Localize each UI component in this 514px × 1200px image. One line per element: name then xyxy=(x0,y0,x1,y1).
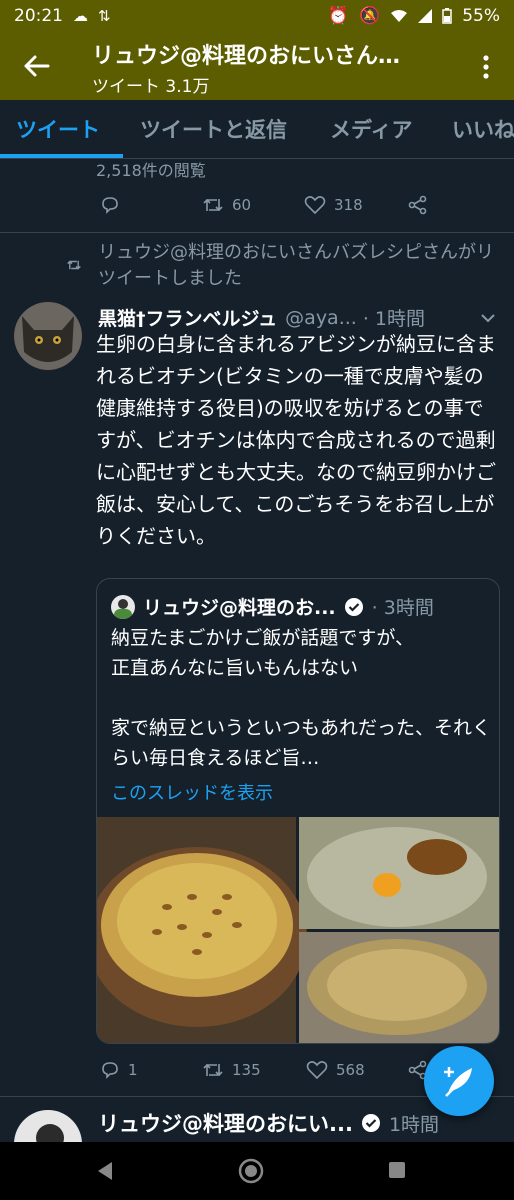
tweet-author-row: 黒猫†フランベルジュ @aya... · 1時間 xyxy=(98,304,498,331)
system-nav-bar xyxy=(0,1142,514,1200)
like-count: 318 xyxy=(334,196,363,214)
tweet-like-count: 568 xyxy=(336,1061,365,1079)
tab-tweets-and-replies[interactable]: ツイートと返信 xyxy=(140,114,287,144)
quote-text: 納豆たまごかけご飯が話題ですが、 正直あんなに旨いもんはない 家で納豆というとい… xyxy=(111,623,491,773)
tweet-like-button[interactable]: 568 xyxy=(306,1060,365,1080)
signal-icon xyxy=(418,9,433,23)
compose-tweet-button[interactable] xyxy=(424,1046,494,1116)
author-name[interactable]: 黒猫†フランベルジュ xyxy=(98,304,277,331)
retweeted-icon xyxy=(67,260,81,270)
heart-icon xyxy=(306,1061,328,1080)
quote-time: · 3時間 xyxy=(371,597,434,619)
tweet-divider xyxy=(0,232,514,233)
quote-photos xyxy=(97,817,499,1043)
retweet-button[interactable]: 60 xyxy=(202,195,251,215)
tweet-menu-chevron-icon[interactable] xyxy=(480,312,496,324)
profile-tabs: ツイート ツイートと返信 メディア いいね xyxy=(0,100,514,159)
like-button[interactable]: 318 xyxy=(304,195,363,215)
status-bar: 20:21 ☁ ⇅ ⏰ 🔕 55% xyxy=(0,0,514,32)
tweet-body: 生卵の白身に含まれるアビジンが納豆に含まれるビオチン(ビタミンの一種で皮膚や髪の… xyxy=(96,332,496,548)
tweet-count: ツイート 3.1万 xyxy=(92,77,210,97)
quote-author-row: リュウジ@料理のお... · 3時間 xyxy=(111,593,434,620)
retweet-label: リュウジ@料理のおにいさんバズレシピさんがリツイートしました xyxy=(98,242,494,289)
view-count: 2,518件の閲覧 xyxy=(96,161,206,180)
nav-recents-icon[interactable] xyxy=(387,1160,407,1180)
overflow-menu-icon[interactable] xyxy=(476,52,496,82)
share-icon xyxy=(408,195,427,215)
nav-home-icon[interactable] xyxy=(237,1157,265,1185)
tab-media[interactable]: メディア xyxy=(330,114,413,144)
retweet-icon xyxy=(203,1063,223,1077)
verified-badge-icon xyxy=(361,1114,380,1132)
avatar[interactable] xyxy=(14,302,82,370)
next-author-name[interactable]: リュウジ@料理のおにい... xyxy=(98,1108,353,1138)
sync-icon: ⇅ xyxy=(98,7,111,25)
heart-icon xyxy=(304,196,326,215)
cloud-icon: ☁ xyxy=(73,7,88,25)
battery-level: 55% xyxy=(462,6,500,26)
tweet-retweet-button[interactable]: 135 xyxy=(202,1060,261,1080)
status-time: 20:21 xyxy=(14,6,63,26)
mute-icon: 🔕 xyxy=(359,6,381,26)
verified-badge-icon xyxy=(344,597,363,616)
quote-author-name: リュウジ@料理のお... xyxy=(143,597,336,619)
next-tweet-author-row: リュウジ@料理のおにい... 1時間 xyxy=(98,1108,439,1138)
nav-back-icon[interactable] xyxy=(94,1160,114,1182)
reply-count: 1 xyxy=(128,1061,138,1079)
retweet-icon xyxy=(203,198,223,212)
alarm-icon: ⏰ xyxy=(327,6,350,26)
tab-tweets[interactable]: ツイート xyxy=(16,114,100,144)
show-thread-link[interactable]: このスレッドを表示 xyxy=(111,779,273,805)
compose-feather-icon xyxy=(444,1067,472,1097)
tweet-time: · 1時間 xyxy=(362,308,425,330)
app-bar: リュウジ@料理のおにいさん… ツイート 3.1万 xyxy=(0,32,514,100)
author-handle[interactable]: @aya... xyxy=(285,307,357,329)
quote-line-3: 家で納豆というといつもあれだった、それくらい毎日食えるほど旨… xyxy=(111,717,492,769)
tweet-retweet-count: 135 xyxy=(232,1061,261,1079)
tweet-reply-button[interactable]: 1 xyxy=(100,1060,138,1080)
quoted-tweet[interactable]: リュウジ@料理のお... · 3時間 納豆たまごかけご飯が話題ですが、 正直あん… xyxy=(96,578,500,1044)
reply-icon xyxy=(102,197,118,214)
quote-avatar xyxy=(111,594,135,619)
tweet-text: 生卵の白身に含まれるアビジンが納豆に含まれるビオチン(ビタミンの一種で皮膚や髪の… xyxy=(96,328,501,552)
tab-likes[interactable]: いいね xyxy=(452,114,514,144)
mixed-natto-photo[interactable] xyxy=(299,932,499,1043)
share-button[interactable] xyxy=(408,195,428,215)
natto-egg-photo[interactable] xyxy=(299,817,499,929)
quote-line-1: 納豆たまごかけご飯が話題ですが、 xyxy=(111,627,415,649)
reply-icon xyxy=(102,1062,118,1079)
natto-rice-bowl-photo[interactable] xyxy=(97,817,307,1043)
profile-title: リュウジ@料理のおにいさん… xyxy=(92,44,401,69)
back-arrow-icon[interactable] xyxy=(18,48,54,84)
battery-icon xyxy=(442,8,452,24)
reply-button[interactable] xyxy=(100,195,120,215)
cat-avatar-icon xyxy=(14,302,82,370)
wifi-icon xyxy=(391,10,408,22)
retweet-count: 60 xyxy=(232,196,252,214)
quote-line-2: 正直あんなに旨いもんはない xyxy=(111,657,359,679)
